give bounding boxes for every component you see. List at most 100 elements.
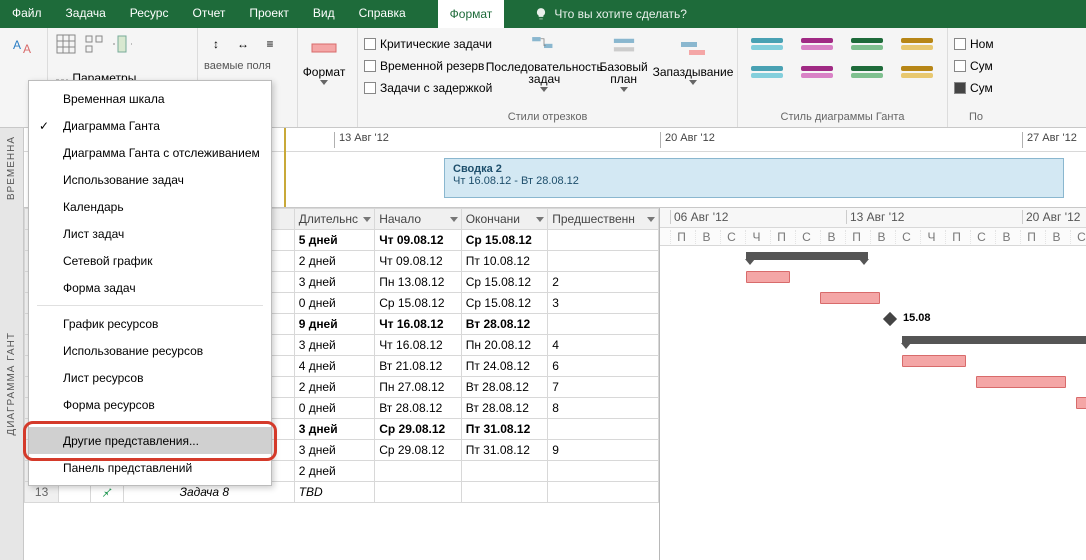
col-header[interactable]: Начало <box>375 209 462 230</box>
pane-label-gantt[interactable]: ДИАГРАММА ГАНТ <box>0 208 24 560</box>
pane-label-gantt-text: ДИАГРАММА ГАНТ <box>6 332 17 436</box>
chk-sumtask-label: Сум <box>970 59 993 73</box>
gantt-bar[interactable] <box>820 292 880 304</box>
view-item-8[interactable]: График ресурсов <box>29 310 271 337</box>
gantt-week: 20 Авг '12 <box>1022 210 1080 224</box>
bulb-icon <box>534 7 548 21</box>
gantt-style-6[interactable] <box>796 62 838 82</box>
col-icon-1[interactable]: ↕ <box>204 32 228 56</box>
chk-late-label: Задачи с задержкой <box>380 81 492 95</box>
custom-fields-partial: ваемые поля <box>204 60 271 72</box>
view-item-13[interactable]: Панель представлений <box>29 454 271 481</box>
chk-late[interactable]: Задачи с задержкой <box>364 78 492 98</box>
chk-critical[interactable]: Критические задачи <box>364 34 492 54</box>
chk-sumproj-label: Сум <box>970 81 993 95</box>
tell-me[interactable]: Что вы хотите сделать? <box>524 0 697 28</box>
gantt-week-ruler: 06 Авг '12 13 Авг '12 20 Авг '12 <box>660 208 1086 228</box>
tab-format[interactable]: Формат <box>438 0 505 28</box>
col-header[interactable]: Окончани <box>461 209 548 230</box>
gantt-style-4[interactable] <box>896 34 938 54</box>
timeline-tick: 20 Авг '12 <box>660 132 715 148</box>
task-path-button[interactable]: Последовательность задач <box>496 32 592 92</box>
menu-task[interactable]: Задача <box>54 0 118 28</box>
view-item-6[interactable]: Сетевой график <box>29 247 271 274</box>
gantt-style-2[interactable] <box>796 34 838 54</box>
gantt-summary[interactable] <box>902 336 1086 344</box>
chk-slack[interactable]: Временной резерв <box>364 56 492 76</box>
col-icon-3[interactable]: ≡ <box>258 32 282 56</box>
view-item-7[interactable]: Форма задач <box>29 274 271 301</box>
timeline-band-dates: Чт 16.08.12 - Вт 28.08.12 <box>445 175 1063 187</box>
gantt-chart: 06 Авг '1213 Авг '1220 Авг '12 ПВСЧПСВПВ… <box>660 208 1086 560</box>
view-item-3[interactable]: Использование задач <box>29 166 271 193</box>
gantt-style-8[interactable] <box>896 62 938 82</box>
timeline-tick: 27 Авг '12 <box>1022 132 1077 148</box>
gantt-bar[interactable] <box>1076 397 1086 409</box>
dropdown-icon <box>540 87 548 92</box>
chk-outline-num-label: Ном <box>970 37 994 51</box>
view-item-9[interactable]: Использование ресурсов <box>29 337 271 364</box>
col-header[interactable]: Предшественн <box>548 209 659 230</box>
gantt-milestone[interactable] <box>883 312 897 326</box>
tell-me-text: Что вы хотите сделать? <box>554 7 687 21</box>
slippage-button[interactable]: Запаздывание <box>655 32 731 92</box>
format-button-label: Формат <box>303 66 346 78</box>
baseline-label: Базовый план <box>596 61 651 85</box>
dropdown-icon <box>320 80 328 85</box>
format-bar-icon <box>308 32 340 64</box>
timeline-band[interactable]: Сводка 2 Чт 16.08.12 - Вт 28.08.12 <box>444 158 1064 198</box>
view-item-10[interactable]: Лист ресурсов <box>29 364 271 391</box>
col-header[interactable]: Длительнс <box>294 209 375 230</box>
milestone-label: 15.08 <box>903 312 931 324</box>
gantt-week: 13 Авг '12 <box>846 210 904 224</box>
layout-button[interactable] <box>82 32 106 56</box>
view-item-2[interactable]: Диаграмма Ганта с отслеживанием <box>29 139 271 166</box>
chk-summary-task[interactable]: Сум <box>954 56 993 76</box>
gridlines-button[interactable] <box>54 32 78 56</box>
menu-resource[interactable]: Ресурс <box>118 0 181 28</box>
menu-project[interactable]: Проект <box>237 0 301 28</box>
text-styles-button[interactable]: AA <box>12 32 36 56</box>
gantt-bar[interactable] <box>976 376 1066 388</box>
insert-col-button[interactable] <box>110 32 134 56</box>
group-ganttstyle-label: Стиль диаграммы Ганта <box>744 109 941 125</box>
view-item-0[interactable]: Временная шкала <box>29 85 271 112</box>
format-button[interactable]: Формат <box>304 32 344 92</box>
dropdown-icon <box>689 80 697 85</box>
gantt-week: 06 Авг '12 <box>670 210 728 224</box>
baseline-button[interactable]: Базовый план <box>596 32 651 92</box>
gantt-bar[interactable] <box>746 271 790 283</box>
view-item-4[interactable]: Календарь <box>29 193 271 220</box>
menu-report[interactable]: Отчет <box>180 0 237 28</box>
timeline-today-line <box>284 128 286 207</box>
gantt-bar[interactable] <box>902 355 966 367</box>
task-path-label: Последовательность задач <box>486 61 603 85</box>
gantt-style-7[interactable] <box>846 62 888 82</box>
view-dropdown: Временная шкала✓Диаграмма ГантаДиаграмма… <box>28 80 272 486</box>
gantt-style-5[interactable] <box>746 62 788 82</box>
timeline-band-title: Сводка 2 <box>445 159 1063 175</box>
menu-view[interactable]: Вид <box>301 0 347 28</box>
dropdown-icon <box>620 87 628 92</box>
view-item-5[interactable]: Лист задач <box>29 220 271 247</box>
gantt-summary[interactable] <box>746 252 868 260</box>
menu-help[interactable]: Справка <box>347 0 418 28</box>
baseline-icon <box>608 32 640 59</box>
slippage-label: Запаздывание <box>653 66 734 78</box>
gantt-style-3[interactable] <box>846 34 888 54</box>
path-icon <box>528 32 560 59</box>
col-icon-2[interactable]: ↔ <box>231 32 255 56</box>
gantt-style-1[interactable] <box>746 34 788 54</box>
timeline-tick: 13 Авг '12 <box>334 132 389 148</box>
chk-outline-num[interactable]: Ном <box>954 34 994 54</box>
menu-file[interactable]: Файл <box>0 0 54 28</box>
pane-label-timeline[interactable]: ВРЕМЕННА <box>0 128 24 208</box>
menu-bar: Файл Задача Ресурс Отчет Проект Вид Спра… <box>0 0 1086 28</box>
view-item-12[interactable]: Другие представления... <box>29 427 271 454</box>
chk-slack-label: Временной резерв <box>380 59 484 73</box>
view-item-11[interactable]: Форма ресурсов <box>29 391 271 418</box>
view-item-1[interactable]: ✓Диаграмма Ганта <box>29 112 271 139</box>
pane-label-timeline-text: ВРЕМЕННА <box>6 136 17 200</box>
chk-summary-proj[interactable]: Сум <box>954 78 993 98</box>
group-show-label: По <box>954 109 998 125</box>
